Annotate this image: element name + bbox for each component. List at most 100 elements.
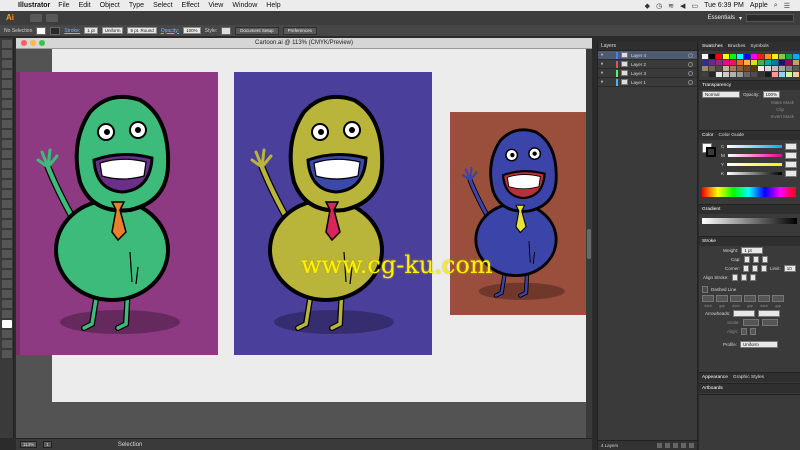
cartoon-panel-green[interactable] xyxy=(20,72,218,355)
miter-join-button[interactable] xyxy=(743,265,750,272)
tab-color-guide[interactable]: Color Guide xyxy=(718,133,744,138)
swatch-chip[interactable] xyxy=(737,72,743,77)
blend-mode-select[interactable]: Normal xyxy=(702,91,740,98)
clip-checkbox[interactable]: Clip xyxy=(776,107,784,112)
menubar-clock[interactable]: Tue 6:39 PM xyxy=(704,2,744,9)
menu-file[interactable]: File xyxy=(58,2,69,9)
symbol-sprayer-tool-icon[interactable] xyxy=(2,260,12,268)
yellow-slider[interactable] xyxy=(727,163,782,166)
swatch-chip[interactable] xyxy=(702,66,708,71)
swatch-chip[interactable] xyxy=(779,54,785,59)
menu-effect[interactable]: Effect xyxy=(182,2,200,9)
swatch-chip[interactable] xyxy=(779,72,785,77)
swatch-chip[interactable] xyxy=(702,72,708,77)
start-arrowhead-select[interactable] xyxy=(733,310,756,317)
swatch-chip[interactable] xyxy=(793,60,799,65)
artboards-tab[interactable]: Artboards xyxy=(699,384,800,393)
zoom-window-icon[interactable] xyxy=(39,40,45,46)
swatch-chip[interactable] xyxy=(751,66,757,71)
target-circle-icon[interactable] xyxy=(688,61,693,67)
gap-input-1[interactable] xyxy=(716,295,728,302)
swatch-chip[interactable] xyxy=(786,54,792,59)
spotlight-icon[interactable]: ⌕ xyxy=(774,2,778,10)
swatch-chip[interactable] xyxy=(793,66,799,71)
visibility-eye-icon[interactable]: ● xyxy=(598,70,606,76)
swatch-chip[interactable] xyxy=(744,60,750,65)
swatch-chip[interactable] xyxy=(716,72,722,77)
bevel-join-button[interactable] xyxy=(761,265,768,272)
pencil-tool-icon[interactable] xyxy=(2,130,12,138)
layer-row[interactable]: ● Layer 1 xyxy=(598,78,697,87)
artboard-tool-icon[interactable] xyxy=(2,280,12,288)
round-cap-button[interactable] xyxy=(752,256,759,263)
width-profile-select[interactable]: Uniform xyxy=(740,341,779,348)
document-tab[interactable]: Cartoon.ai @ 113% (CMYK/Preview) xyxy=(16,38,592,49)
swatch-chip[interactable] xyxy=(758,66,764,71)
wifi-icon[interactable]: ≋ xyxy=(668,2,674,10)
cyan-slider[interactable] xyxy=(727,145,782,148)
swatch-chip[interactable] xyxy=(751,54,757,59)
minimize-window-icon[interactable] xyxy=(30,40,36,46)
layer-name[interactable]: Layer 3 xyxy=(631,71,646,76)
scale-tool-icon[interactable] xyxy=(2,170,12,178)
swatch-chip[interactable] xyxy=(765,72,771,77)
swatch-chip[interactable] xyxy=(786,60,792,65)
swatch-chip[interactable] xyxy=(744,66,750,71)
stroke-color-icon[interactable] xyxy=(2,330,12,338)
swatch-chip[interactable] xyxy=(716,54,722,59)
tab-swatches[interactable]: Swatches xyxy=(702,44,723,49)
magic-wand-tool-icon[interactable] xyxy=(2,60,12,68)
menu-help[interactable]: Help xyxy=(266,2,280,9)
line-tool-icon[interactable] xyxy=(2,100,12,108)
swatch-chip[interactable] xyxy=(709,72,715,77)
vertical-scrollbar[interactable] xyxy=(586,49,592,438)
locate-object-icon[interactable] xyxy=(657,443,662,448)
tab-appearance[interactable]: Appearance xyxy=(702,375,728,380)
swatch-chip[interactable] xyxy=(758,54,764,59)
screen-mode-icon[interactable] xyxy=(2,350,12,358)
current-tool-status[interactable]: Selection xyxy=(118,442,143,448)
swatch-chip[interactable] xyxy=(765,54,771,59)
eyedropper-tool-icon[interactable] xyxy=(2,240,12,248)
miter-limit-input[interactable]: 10 xyxy=(783,265,796,272)
swatch-chip[interactable] xyxy=(716,66,722,71)
new-layer-icon[interactable] xyxy=(681,443,686,448)
swatch-chip[interactable] xyxy=(730,66,736,71)
preferences-button[interactable]: Preferences xyxy=(282,26,317,35)
tab-symbols[interactable]: Symbols xyxy=(750,44,768,49)
opacity-link[interactable]: Opacity: xyxy=(161,28,179,34)
rectangle-tool-icon[interactable] xyxy=(2,110,12,118)
shape-builder-tool-icon[interactable] xyxy=(2,200,12,208)
new-sublayer-icon[interactable] xyxy=(673,443,678,448)
swatch-chip[interactable] xyxy=(737,60,743,65)
swatch-chip[interactable] xyxy=(730,54,736,59)
timemachine-icon[interactable]: ◷ xyxy=(656,2,662,10)
swatch-chip[interactable] xyxy=(737,66,743,71)
zoom-level-field[interactable]: 113% xyxy=(20,441,38,448)
slice-tool-icon[interactable] xyxy=(2,290,12,298)
arrow-scale-end[interactable] xyxy=(761,319,778,326)
swatch-chip[interactable] xyxy=(716,60,722,65)
cyan-input[interactable] xyxy=(785,143,797,150)
visibility-eye-icon[interactable]: ● xyxy=(598,52,606,58)
canvas-area[interactable]: www.cg-ku.com xyxy=(16,49,592,438)
dash-input-3[interactable] xyxy=(758,295,770,302)
layer-row[interactable]: ● Layer 3 xyxy=(598,69,697,78)
hand-tool-icon[interactable] xyxy=(2,300,12,308)
visibility-eye-icon[interactable]: ● xyxy=(598,79,606,85)
layer-name[interactable]: Layer 1 xyxy=(631,80,646,85)
target-circle-icon[interactable] xyxy=(688,70,693,76)
swatch-chip[interactable] xyxy=(709,60,715,65)
swatch-chip[interactable] xyxy=(751,72,757,77)
battery-icon[interactable]: ▭ xyxy=(691,2,698,10)
swatch-chip[interactable] xyxy=(723,60,729,65)
swatch-chip[interactable] xyxy=(723,66,729,71)
drawing-mode-icon[interactable] xyxy=(2,340,12,348)
close-window-icon[interactable] xyxy=(21,40,27,46)
swatch-chip[interactable] xyxy=(723,54,729,59)
swatch-chip[interactable] xyxy=(772,72,778,77)
swatch-chip[interactable] xyxy=(793,72,799,77)
swatch-chip[interactable] xyxy=(744,72,750,77)
dash-input-1[interactable] xyxy=(702,295,714,302)
swatch-chip[interactable] xyxy=(702,60,708,65)
